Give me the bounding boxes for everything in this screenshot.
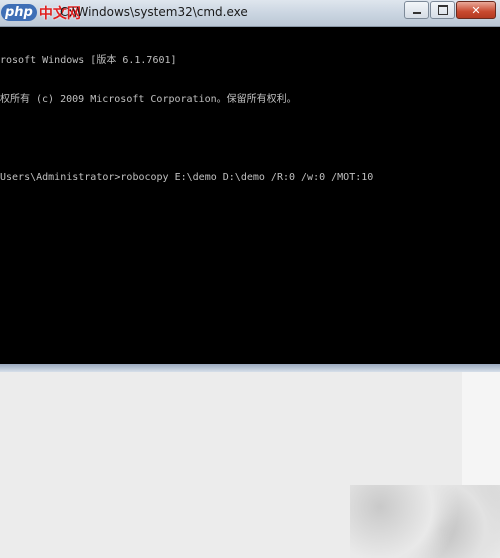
- window-bottom-edge: [0, 364, 500, 372]
- window-title: C:\Windows\system32\cmd.exe: [60, 5, 248, 19]
- console-line: Users\Administrator>robocopy E:\demo D:\…: [0, 172, 374, 183]
- minimize-icon: [412, 12, 421, 14]
- blurred-image: [350, 485, 500, 558]
- minimize-button[interactable]: [404, 1, 429, 19]
- maximize-button[interactable]: [430, 1, 455, 19]
- title-bar[interactable]: php 中文网 C:\Windows\system32\cmd.exe ✕: [0, 0, 500, 27]
- close-icon: ✕: [471, 3, 481, 17]
- caption-buttons: ✕: [404, 1, 496, 19]
- cmd-window: php 中文网 C:\Windows\system32\cmd.exe ✕ ro…: [0, 0, 500, 364]
- close-button[interactable]: ✕: [456, 1, 496, 19]
- console-line: 权所有 (c) 2009 Microsoft Corporation。保留所有权…: [0, 94, 297, 105]
- maximize-icon: [437, 5, 448, 15]
- console-line: rosoft Windows [版本 6.1.7601]: [0, 55, 177, 66]
- console-output[interactable]: rosoft Windows [版本 6.1.7601] 权所有 (c) 200…: [0, 28, 500, 364]
- php-logo: php: [1, 4, 37, 21]
